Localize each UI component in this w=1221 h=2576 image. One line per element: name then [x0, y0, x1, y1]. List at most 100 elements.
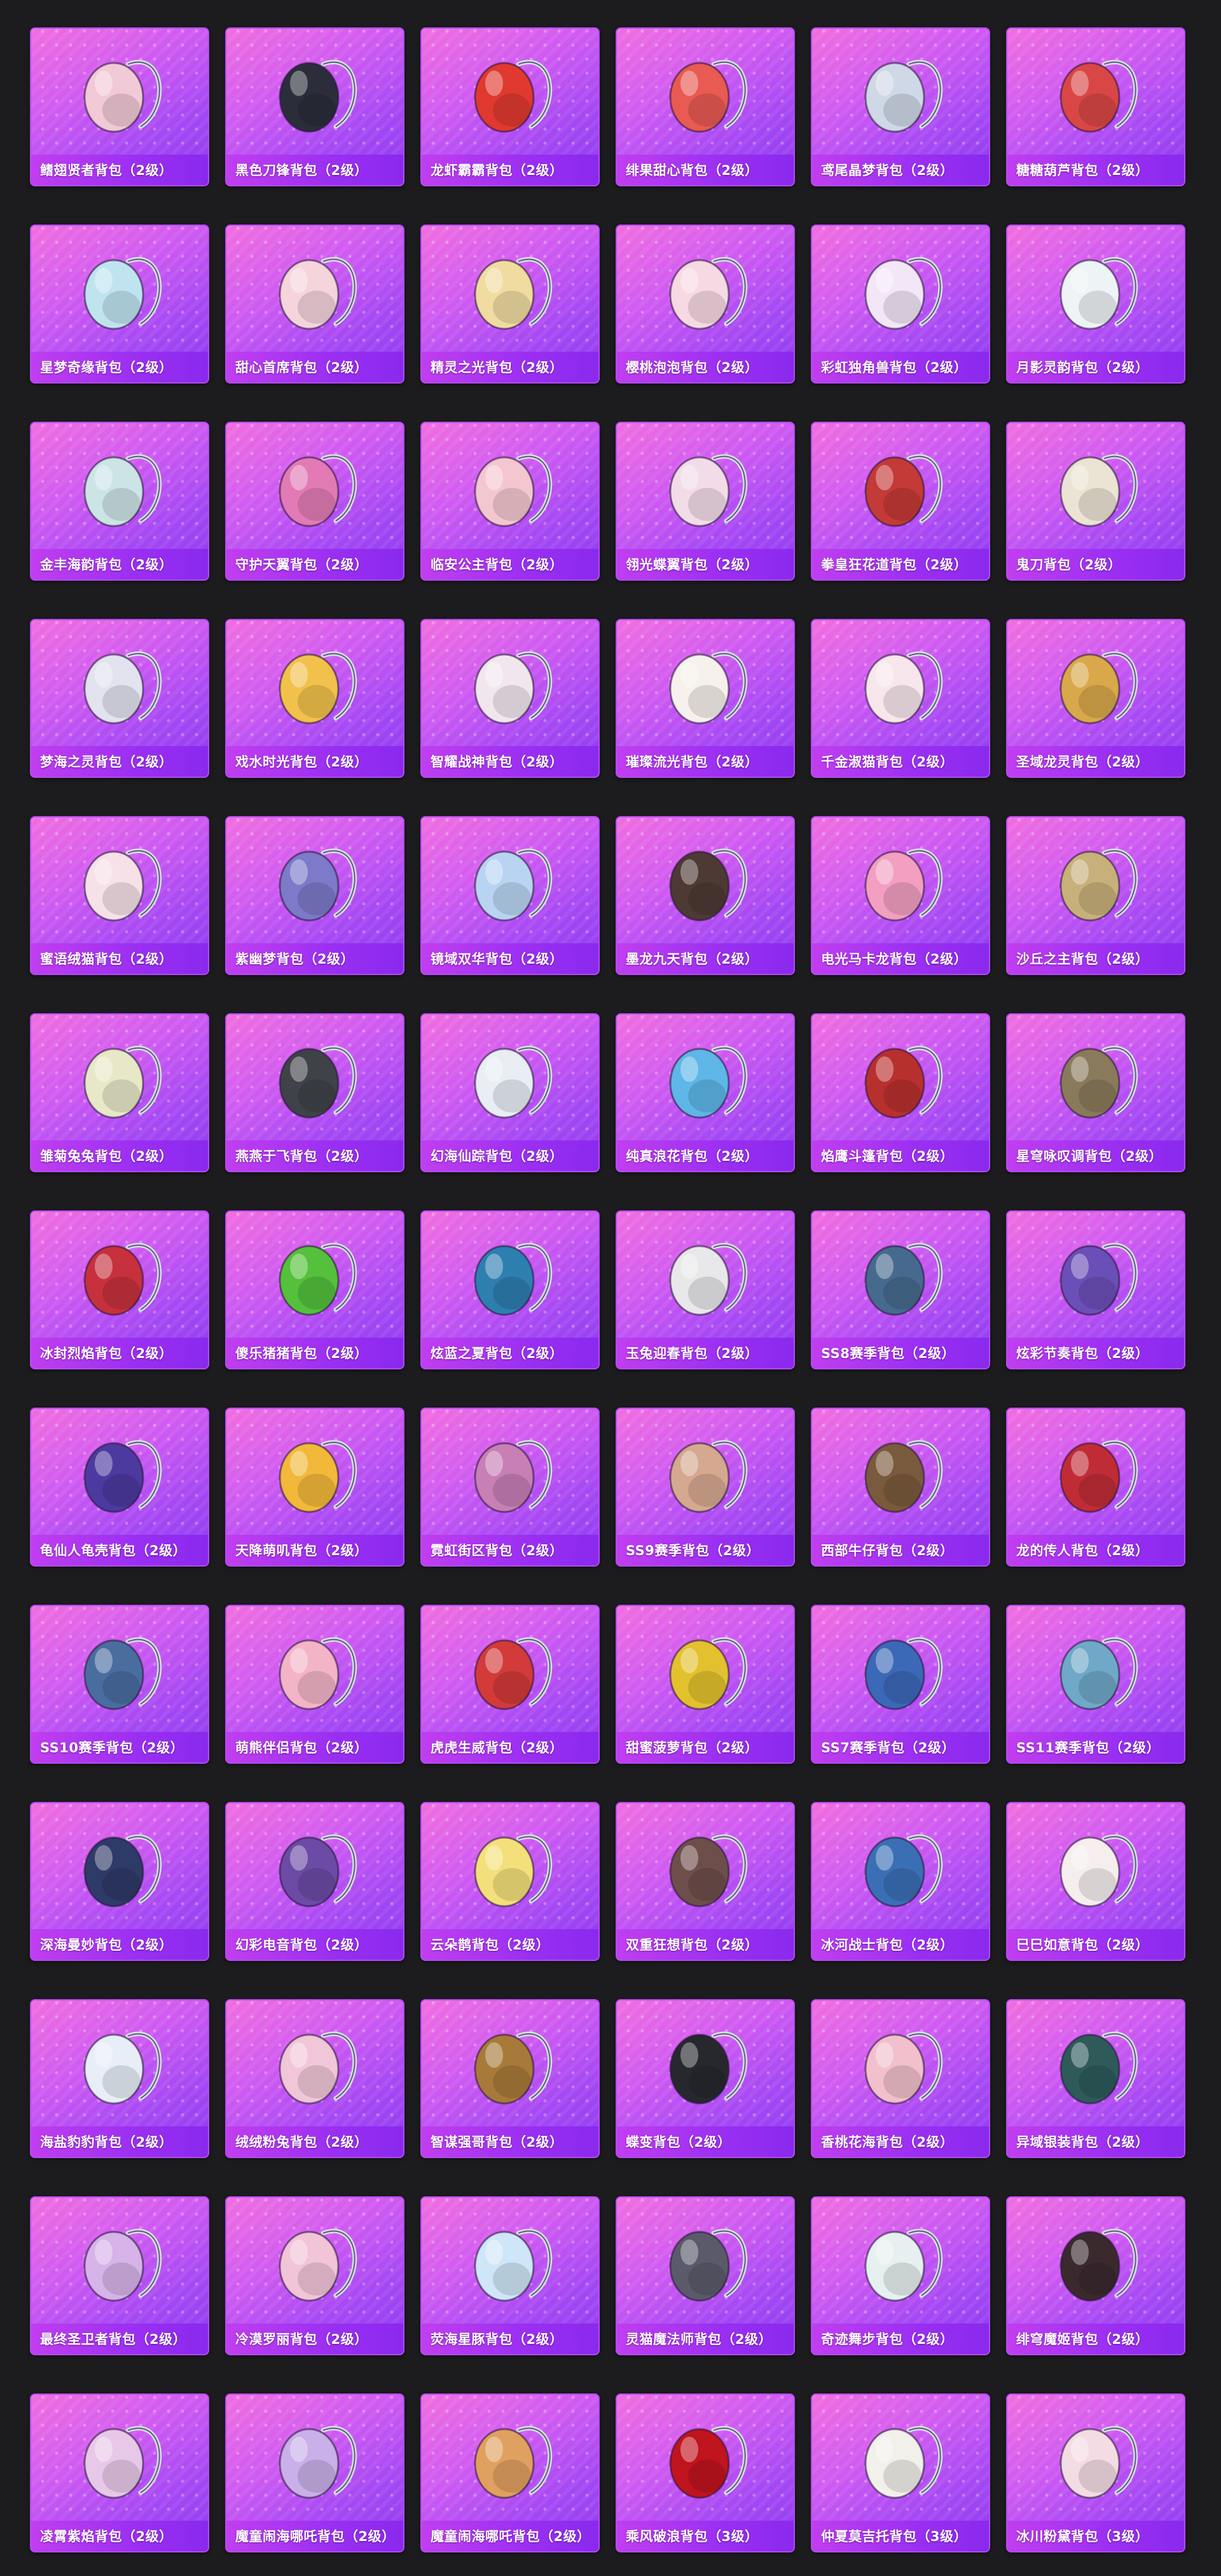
item-card[interactable]: 樱桃泡泡背包（2级）	[616, 225, 795, 384]
item-card[interactable]: 燕燕于飞背包（2级）	[225, 1013, 404, 1172]
item-label-bar: 奇迹舞步背包（2级）	[812, 2323, 989, 2354]
item-card[interactable]: 鬼刀背包（2级）	[1006, 422, 1185, 581]
item-card[interactable]: 鸢尾晶梦背包（2级）	[811, 27, 990, 186]
item-label-bar: 蜜语绒猫背包（2级）	[31, 943, 208, 974]
ribbon-backpack-icon	[655, 630, 757, 732]
item-card[interactable]: 虎虎生威背包（2级）	[420, 1605, 600, 1764]
chick-pack-icon	[265, 1419, 366, 1521]
item-card[interactable]: 海盐豹豹背包（2级）	[30, 1999, 209, 2158]
item-card[interactable]: 绯穹魔姬背包（2级）	[1006, 2196, 1185, 2355]
item-label-bar: 冰封烈焰背包（2级）	[31, 1338, 208, 1368]
item-card[interactable]: 深海曼妙背包（2级）	[30, 1802, 209, 1961]
item-card[interactable]: 香桃花海背包（2级）	[811, 1999, 990, 2158]
item-card[interactable]: 魔童闹海哪吒背包（2级）	[420, 2393, 600, 2552]
dolphin-backpack-icon	[460, 2208, 562, 2309]
item-card[interactable]: 月影灵韵背包（2级）	[1006, 225, 1185, 384]
item-card[interactable]: 天降萌叽背包（2级）	[225, 1408, 404, 1567]
item-card[interactable]: 圣域龙灵背包（2级）	[1006, 619, 1185, 778]
item-card[interactable]: 幻海仙踪背包（2级）	[420, 1013, 600, 1172]
item-card[interactable]: 星梦奇缘背包（2级）	[30, 225, 209, 384]
item-card[interactable]: 冷漠罗丽背包（2级）	[225, 2196, 404, 2355]
item-card[interactable]: 墨龙九天背包（2级）	[616, 816, 795, 975]
item-card[interactable]: 巳巳如意背包（2级）	[1006, 1802, 1185, 1961]
alien-backpack-icon	[265, 1813, 366, 1915]
item-card[interactable]: 异域银装背包（2级）	[1006, 1999, 1185, 2158]
item-card[interactable]: 冰封烈焰背包（2级）	[30, 1210, 209, 1369]
item-label-bar: 萌熊伴侣背包（2级）	[226, 1732, 403, 1762]
item-card[interactable]: 云朵鹊背包（2级）	[420, 1802, 600, 1961]
item-card[interactable]: 双重狂想背包（2级）	[616, 1802, 795, 1961]
item-card[interactable]: 甜蜜菠萝背包（2级）	[616, 1605, 795, 1764]
item-card[interactable]: 糖糖葫芦背包（2级）	[1006, 27, 1185, 186]
item-card[interactable]: 梦海之灵背包（2级）	[30, 619, 209, 778]
item-card[interactable]: 冰河战士背包（2级）	[811, 1802, 990, 1961]
item-card[interactable]: 冰川粉黛背包（3级）	[1006, 2393, 1185, 2552]
item-card[interactable]: 绒绒粉兔背包（2级）	[225, 1999, 404, 2158]
item-name: 梦海之灵背包（2级）	[40, 754, 173, 770]
item-card[interactable]: 智耀战神背包（2级）	[420, 619, 600, 778]
pearl-backpack-icon	[460, 1025, 562, 1126]
item-card[interactable]: 乘风破浪背包（3级）	[616, 2393, 795, 2552]
item-card[interactable]: 仲夏莫吉托背包（3级）	[811, 2393, 990, 2552]
item-name: 璀璨流光背包（2级）	[626, 754, 759, 770]
item-card[interactable]: 拳皇狂花道背包（2级）	[811, 422, 990, 581]
item-card[interactable]: 萌熊伴侣背包（2级）	[225, 1605, 404, 1764]
item-name: 傻乐猪猪背包（2级）	[235, 1346, 368, 1361]
item-card[interactable]: 龙的传人背包（2级）	[1006, 1408, 1185, 1567]
dragon-medal-backpack-icon	[655, 828, 757, 929]
item-card[interactable]: 戏水时光背包（2级）	[225, 619, 404, 778]
item-label-bar: 翎光蝶翼背包（2级）	[617, 549, 794, 579]
item-card[interactable]: SS9赛季背包（2级）	[616, 1408, 795, 1567]
item-card[interactable]: 魔童闹海哪吒背包（2级）	[225, 2393, 404, 2552]
item-card[interactable]: 凌霄紫焰背包（2级）	[30, 2393, 209, 2552]
item-card[interactable]: 焰鹰斗篷背包（2级）	[811, 1013, 990, 1172]
item-card[interactable]: 紫幽梦背包（2级）	[225, 816, 404, 975]
item-card[interactable]: 幻彩电音背包（2级）	[225, 1802, 404, 1961]
item-name: 绒绒粉兔背包（2级）	[235, 2135, 368, 2150]
item-card[interactable]: 翎光蝶翼背包（2级）	[616, 422, 795, 581]
item-card[interactable]: SS8赛季背包（2级）	[811, 1210, 990, 1369]
item-card[interactable]: 蜜语绒猫背包（2级）	[30, 816, 209, 975]
item-card[interactable]: 雏菊兔兔背包（2级）	[30, 1013, 209, 1172]
item-card[interactable]: 彩虹独角兽背包（2级）	[811, 225, 990, 384]
item-card[interactable]: 甜心首席背包（2级）	[225, 225, 404, 384]
item-card[interactable]: 星穹咏叹调背包（2级）	[1006, 1013, 1185, 1172]
item-card[interactable]: 龙虾霸霸背包（2级）	[420, 27, 600, 186]
item-card[interactable]: 奇迹舞步背包（2级）	[811, 2196, 990, 2355]
item-card[interactable]: 最终圣卫者背包（2级）	[30, 2196, 209, 2355]
armor-pack-icon	[460, 1222, 562, 1324]
item-card[interactable]: SS10赛季背包（2级）	[30, 1605, 209, 1764]
item-card[interactable]: 灵猫魔法师背包（2级）	[616, 2196, 795, 2355]
item-card[interactable]: 千金淑猫背包（2级）	[811, 619, 990, 778]
item-card[interactable]: 荧海星豚背包（2级）	[420, 2196, 600, 2355]
item-card[interactable]: 智谋强哥背包（2级）	[420, 1999, 600, 2158]
mojito-backpack-icon	[850, 2405, 952, 2507]
item-card[interactable]: 傻乐猪猪背包（2级）	[225, 1210, 404, 1369]
item-name: 乘风破浪背包（3级）	[626, 2529, 759, 2544]
item-card[interactable]: 黑色刀锋背包（2级）	[225, 27, 404, 186]
item-card[interactable]: 西部牛仔背包（2级）	[811, 1408, 990, 1567]
item-card[interactable]: 炫彩节奏背包（2级）	[1006, 1210, 1185, 1369]
item-card[interactable]: 电光马卡龙背包（2级）	[811, 816, 990, 975]
item-card[interactable]: 鳍翅贤者背包（2级）	[30, 27, 209, 186]
item-card[interactable]: SS11赛季背包（2级）	[1006, 1605, 1185, 1764]
item-card[interactable]: 镜域双华背包（2级）	[420, 816, 600, 975]
item-card[interactable]: 蝶变背包（2级）	[616, 1999, 795, 2158]
item-card[interactable]: 金丰海韵背包（2级）	[30, 422, 209, 581]
item-label-bar: 鸢尾晶梦背包（2级）	[812, 155, 989, 185]
item-card[interactable]: 绯果甜心背包（2级）	[616, 27, 795, 186]
item-label-bar: 樱桃泡泡背包（2级）	[617, 352, 794, 382]
item-card[interactable]: 守护天翼背包（2级）	[225, 422, 404, 581]
fish-backpack-icon	[69, 39, 171, 141]
item-card[interactable]: 炫蓝之夏背包（2级）	[420, 1210, 600, 1369]
item-label-bar: 幻海仙踪背包（2级）	[422, 1140, 598, 1171]
item-card[interactable]: SS7赛季背包（2级）	[811, 1605, 990, 1764]
item-card[interactable]: 龟仙人龟壳背包（2级）	[30, 1408, 209, 1567]
item-card[interactable]: 沙丘之主背包（2级）	[1006, 816, 1185, 975]
item-card[interactable]: 精灵之光背包（2级）	[420, 225, 600, 384]
item-card[interactable]: 霓虹街区背包（2级）	[420, 1408, 600, 1567]
item-card[interactable]: 玉兔迎春背包（2级）	[616, 1210, 795, 1369]
item-card[interactable]: 璀璨流光背包（2级）	[616, 619, 795, 778]
item-card[interactable]: 临安公主背包（2级）	[420, 422, 600, 581]
item-card[interactable]: 纯真浪花背包（2级）	[616, 1013, 795, 1172]
